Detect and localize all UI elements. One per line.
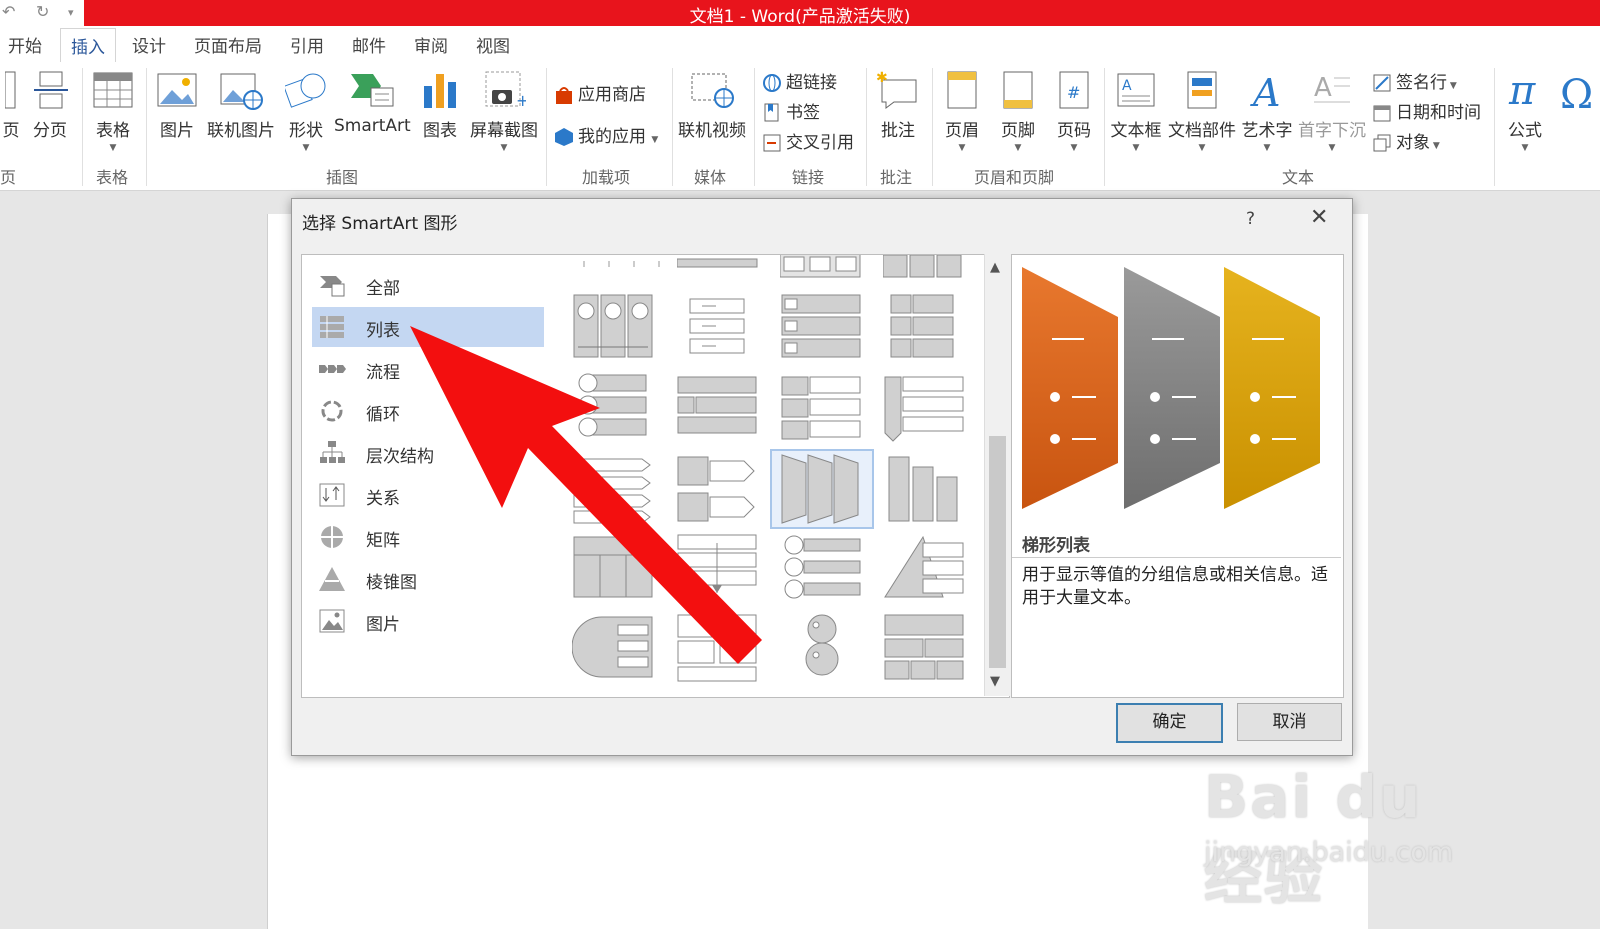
watermark-url: jingyan.baidu.com [1204, 837, 1454, 868]
red-arrow-icon [410, 326, 762, 664]
watermark: Bai du 经验 jingyan.baidu.com [1200, 745, 1500, 912]
